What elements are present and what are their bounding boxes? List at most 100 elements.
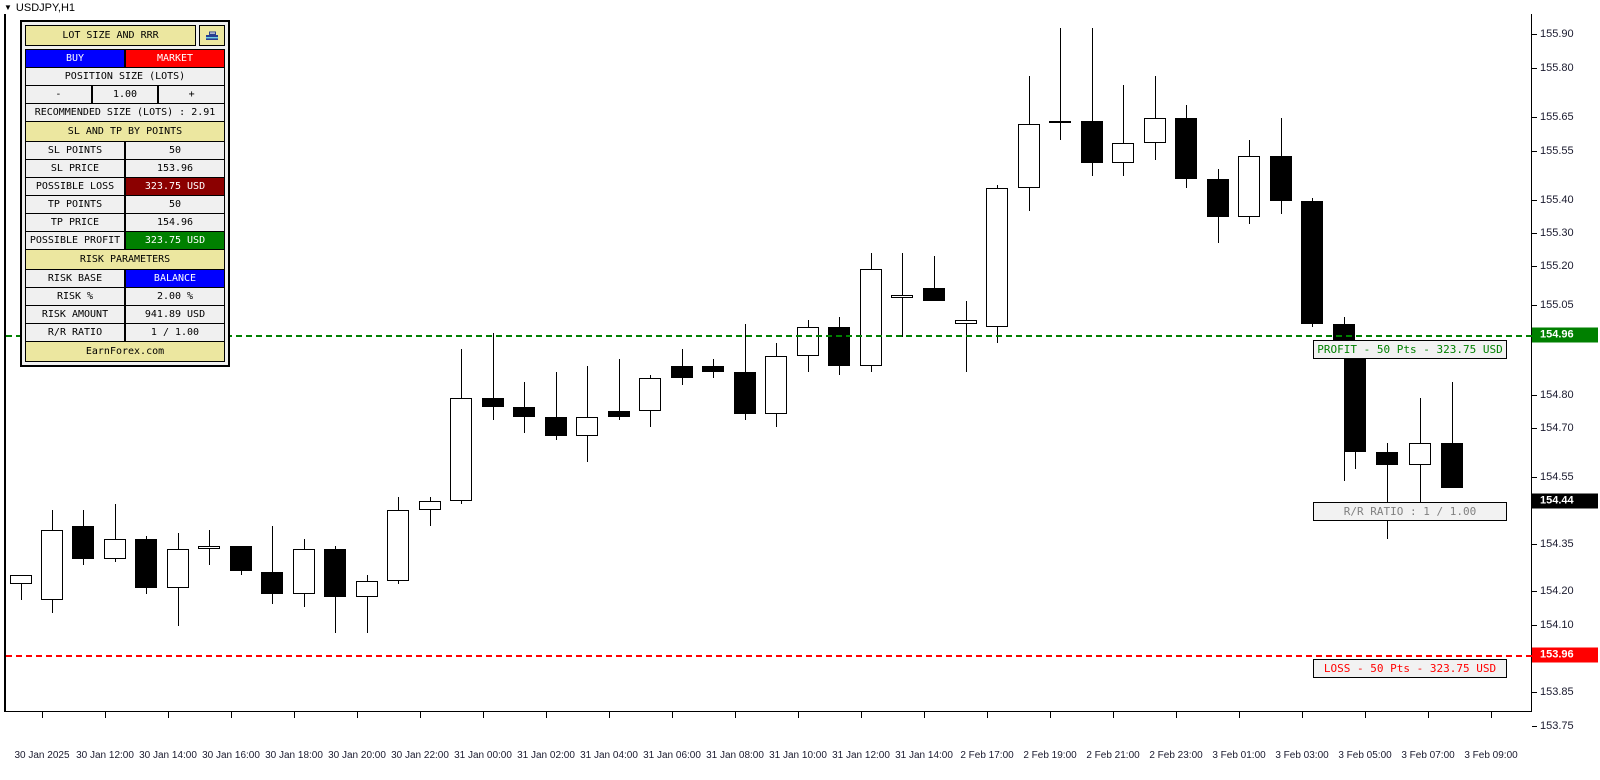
risk-row: R/R RATIO 1 / 1.00	[25, 323, 225, 342]
chart-window-title: ▼ USDJPY,H1	[4, 2, 75, 14]
risk-value[interactable]: BALANCE	[125, 269, 225, 288]
candle-body	[1270, 156, 1292, 202]
candle-body	[1081, 120, 1103, 163]
position-size-header-row: POSITION SIZE (LOTS)	[25, 67, 225, 86]
candle-body	[135, 539, 157, 588]
price-axis-tick: 155.05	[1532, 299, 1574, 311]
tick-dash-icon	[1532, 199, 1537, 201]
candle-body	[104, 539, 126, 559]
candle-body	[387, 510, 409, 582]
time-axis-tick	[672, 712, 673, 718]
price-axis-tick: 154.55	[1532, 471, 1574, 483]
candle-body	[545, 417, 567, 437]
risk-value[interactable]: 2.00 %	[125, 287, 225, 306]
sltp-value[interactable]: 50	[125, 141, 225, 160]
sltp-value[interactable]: 323.75 USD	[125, 231, 225, 250]
time-axis-tick	[861, 712, 862, 718]
candle-body	[1049, 120, 1071, 123]
loss-tag[interactable]: LOSS - 50 Pts - 323.75 USD	[1313, 659, 1507, 678]
price-axis-tick-label: 153.75	[1540, 720, 1574, 732]
risk-label: RISK BASE	[25, 269, 125, 288]
time-axis-tick	[987, 712, 988, 718]
buy-button[interactable]: BUY	[25, 49, 125, 68]
time-axis-tick-label: 30 Jan 14:00	[139, 750, 197, 761]
time-axis-tick-label: 31 Jan 00:00	[454, 750, 512, 761]
time-axis-tick	[798, 712, 799, 718]
candle-body	[797, 326, 819, 356]
sltp-value[interactable]: 153.96	[125, 159, 225, 178]
chevron-down-icon[interactable]: ▼	[4, 4, 12, 12]
tick-dash-icon	[1532, 725, 1537, 727]
price-axis-highlight-label: 153.96	[1532, 647, 1598, 663]
risk-row: RISK % 2.00 %	[25, 287, 225, 306]
lot-decrease-button[interactable]: -	[25, 85, 92, 104]
price-axis-tick-label: 155.40	[1540, 194, 1574, 206]
time-axis-tick-label: 31 Jan 14:00	[895, 750, 953, 761]
time-axis-tick	[105, 712, 106, 718]
candle-body	[324, 548, 346, 598]
candle-body	[293, 548, 315, 595]
candle-body	[1376, 452, 1398, 466]
panel-title[interactable]: LOT SIZE AND RRR	[25, 25, 196, 46]
sltp-value[interactable]: 154.96	[125, 213, 225, 232]
candle-body	[1175, 117, 1197, 179]
risk-value[interactable]: 1 / 1.00	[125, 323, 225, 342]
price-axis-tick: 155.30	[1532, 227, 1574, 239]
candle-body	[734, 371, 756, 414]
sltp-row: SL POINTS 50	[25, 141, 225, 160]
time-axis-tick-label: 30 Jan 16:00	[202, 750, 260, 761]
sltp-row: TP POINTS 50	[25, 195, 225, 214]
sltp-row: POSSIBLE LOSS 323.75 USD	[25, 177, 225, 196]
candle-body	[671, 365, 693, 379]
time-axis-tick-label: 30 Jan 18:00	[265, 750, 323, 761]
risk-section-header[interactable]: RISK PARAMETERS	[25, 249, 225, 270]
sltp-row: SL PRICE 153.96	[25, 159, 225, 178]
lot-increase-button[interactable]: +	[158, 85, 225, 104]
sltp-value[interactable]: 50	[125, 195, 225, 214]
candle-body	[10, 574, 32, 585]
time-axis-tick-label: 31 Jan 10:00	[769, 750, 827, 761]
tick-dash-icon	[1532, 33, 1537, 35]
time-axis[interactable]: 30 Jan 2025 30 Jan 12:00 30 Jan 14:00 30 Ja…	[0, 712, 1532, 761]
candle-body	[576, 417, 598, 437]
panel-footer-link[interactable]: EarnForex.com	[25, 341, 225, 362]
panel-settings-icon[interactable]	[199, 25, 225, 46]
time-axis-tick	[1239, 712, 1240, 718]
time-axis-tick	[294, 712, 295, 718]
sltp-section-header[interactable]: SL AND TP BY POINTS	[25, 121, 225, 142]
candle-body	[639, 378, 661, 411]
candle-body	[702, 365, 724, 372]
sltp-value[interactable]: 323.75 USD	[125, 177, 225, 196]
rr-ratio-tag[interactable]: R/R RATIO : 1 / 1.00	[1313, 502, 1507, 521]
price-axis-tick: 155.55	[1532, 145, 1574, 157]
candle-body	[1409, 442, 1431, 466]
market-button[interactable]: MARKET	[125, 49, 225, 68]
tp-level-line[interactable]	[6, 335, 1532, 337]
candle-body	[419, 500, 441, 511]
risk-row: RISK BASE BALANCE	[25, 269, 225, 288]
time-axis-tick	[357, 712, 358, 718]
risk-value[interactable]: 941.89 USD	[125, 305, 225, 324]
price-axis-tick-label: 154.70	[1540, 422, 1574, 434]
price-axis-tick: 155.90	[1532, 28, 1574, 40]
sltp-label: SL PRICE	[25, 159, 125, 178]
time-axis-tick	[546, 712, 547, 718]
price-axis-tick: 153.75	[1532, 720, 1574, 732]
sltp-label: TP POINTS	[25, 195, 125, 214]
time-axis-tick-label: 2 Feb 19:00	[1023, 750, 1077, 761]
panel-body: BUY MARKET POSITION SIZE (LOTS) - 1.00 +…	[25, 49, 225, 362]
tick-dash-icon	[1532, 624, 1537, 626]
tick-dash-icon	[1532, 67, 1537, 69]
profit-tag[interactable]: PROFIT - 50 Pts - 323.75 USD	[1313, 340, 1507, 359]
lot-size-input[interactable]: 1.00	[91, 85, 159, 104]
time-axis-tick	[168, 712, 169, 718]
sl-level-line[interactable]	[6, 655, 1532, 657]
candle-body	[513, 407, 535, 417]
lot-size-rrr-panel[interactable]: LOT SIZE AND RRR BUY MARKET POSITION SIZ…	[20, 20, 230, 367]
candle-body	[1238, 156, 1260, 218]
candle-body	[923, 288, 945, 302]
time-axis-tick	[609, 712, 610, 718]
time-axis-tick-label: 31 Jan 02:00	[517, 750, 575, 761]
candle-body	[1207, 178, 1229, 218]
price-axis[interactable]: 155.90 155.80 155.65 155.55 155.40 155.30 155.…	[1532, 0, 1600, 780]
